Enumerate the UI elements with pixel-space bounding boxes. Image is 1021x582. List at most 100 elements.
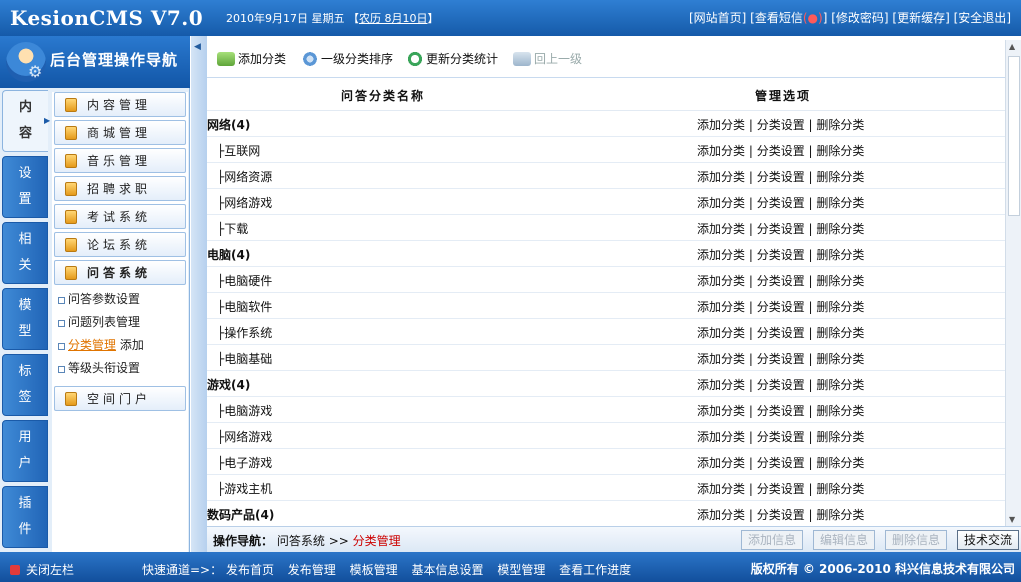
vertical-scrollbar[interactable]: ▲ ▼: [1005, 40, 1021, 526]
row-category-settings-link[interactable]: 分类设置: [757, 326, 805, 340]
row-category-settings-link[interactable]: 分类设置: [757, 196, 805, 210]
row-category-settings-link[interactable]: 分类设置: [757, 378, 805, 392]
submenu-rank-titles[interactable]: 等级头衔设置: [56, 357, 188, 380]
row-delete-category-link[interactable]: 删除分类: [816, 326, 864, 340]
row-category-settings-link[interactable]: 分类设置: [757, 274, 805, 288]
add-category-button[interactable]: 添加分类: [217, 50, 286, 67]
lunar-date-link[interactable]: 农历 8月10日: [359, 12, 428, 25]
menu-forum-system[interactable]: 论坛系统: [54, 232, 186, 257]
quick-link-basic-settings[interactable]: 基本信息设置: [411, 563, 483, 577]
row-add-category-link[interactable]: 添加分类: [697, 378, 745, 392]
row-delete-category-link[interactable]: 删除分类: [816, 352, 864, 366]
submenu-qa-params[interactable]: 问答参数设置: [56, 288, 188, 311]
sort-top-categories-button[interactable]: 一级分类排序: [302, 50, 393, 67]
tab-model[interactable]: 模 型: [2, 288, 48, 350]
tab-settings[interactable]: 设 置: [2, 156, 48, 218]
category-name: ├操作系统: [217, 326, 273, 340]
quick-link-model-manage[interactable]: 模型管理: [497, 563, 545, 577]
row-delete-category-link[interactable]: 删除分类: [816, 300, 864, 314]
back-up-level-button[interactable]: 回上一级: [513, 50, 582, 67]
tab-users[interactable]: 用 户: [2, 420, 48, 482]
row-add-category-link[interactable]: 添加分类: [697, 326, 745, 340]
close-left-panel-button[interactable]: 关闭左栏: [10, 561, 74, 578]
menu-label: 空间门户: [87, 392, 152, 406]
row-delete-category-link[interactable]: 删除分类: [816, 404, 864, 418]
table-row: 电脑(4) 添加分类 | 分类设置 | 删除分类: [207, 241, 1005, 267]
row-delete-category-link[interactable]: 删除分类: [816, 274, 864, 288]
scroll-up-icon[interactable]: ▲: [1009, 42, 1015, 51]
row-add-category-link[interactable]: 添加分类: [697, 300, 745, 314]
quick-link-template-manage[interactable]: 模板管理: [350, 563, 398, 577]
row-delete-category-link[interactable]: 删除分类: [816, 378, 864, 392]
menu-content-management[interactable]: 内容管理: [54, 92, 186, 117]
row-add-category-link[interactable]: 添加分类: [697, 144, 745, 158]
row-add-category-link[interactable]: 添加分类: [697, 352, 745, 366]
add-info-button[interactable]: 添加信息: [741, 530, 804, 550]
row-add-category-link[interactable]: 添加分类: [697, 170, 745, 184]
breadcrumb-qa-system[interactable]: 问答系统: [277, 534, 325, 548]
row-delete-category-link[interactable]: 删除分类: [816, 430, 864, 444]
submenu-category-link[interactable]: 分类管理: [68, 338, 116, 352]
row-add-category-link[interactable]: 添加分类: [697, 404, 745, 418]
row-delete-category-link[interactable]: 删除分类: [816, 196, 864, 210]
refresh-stats-button[interactable]: 更新分类统计: [407, 50, 498, 67]
submenu-add-link[interactable]: 添加: [120, 338, 144, 352]
row-category-settings-link[interactable]: 分类设置: [757, 508, 805, 522]
row-delete-category-link[interactable]: 删除分类: [816, 144, 864, 158]
row-delete-category-link[interactable]: 删除分类: [816, 456, 864, 470]
row-category-settings-link[interactable]: 分类设置: [757, 118, 805, 132]
row-delete-category-link[interactable]: 删除分类: [816, 508, 864, 522]
row-add-category-link[interactable]: 添加分类: [697, 222, 745, 236]
tab-plugins[interactable]: 插 件: [2, 486, 48, 548]
row-category-settings-link[interactable]: 分类设置: [757, 430, 805, 444]
row-add-category-link[interactable]: 添加分类: [697, 248, 745, 262]
menu-qa-system[interactable]: 问答系统: [54, 260, 186, 285]
row-delete-category-link[interactable]: 删除分类: [816, 248, 864, 262]
row-category-settings-link[interactable]: 分类设置: [757, 144, 805, 158]
row-delete-category-link[interactable]: 删除分类: [816, 222, 864, 236]
row-add-category-link[interactable]: 添加分类: [697, 508, 745, 522]
row-category-settings-link[interactable]: 分类设置: [757, 482, 805, 496]
row-category-settings-link[interactable]: 分类设置: [757, 352, 805, 366]
row-category-settings-link[interactable]: 分类设置: [757, 222, 805, 236]
row-delete-category-link[interactable]: 删除分类: [816, 118, 864, 132]
edit-info-button[interactable]: 编辑信息: [813, 530, 876, 550]
link-safe-logout[interactable]: 安全退出: [958, 11, 1006, 25]
menu-music-management[interactable]: 音乐管理: [54, 148, 186, 173]
menu-exam-system[interactable]: 考试系统: [54, 204, 186, 229]
row-category-settings-link[interactable]: 分类设置: [757, 456, 805, 470]
tech-exchange-button[interactable]: 技术交流: [957, 530, 1020, 550]
app-logo[interactable]: KesionCMS V7.0: [10, 6, 203, 30]
tab-related[interactable]: 相 关: [2, 222, 48, 284]
menu-space-portal[interactable]: 空间门户: [54, 386, 186, 411]
collapse-left-icon[interactable]: ◀: [194, 42, 201, 52]
link-change-password[interactable]: 修改密码: [836, 11, 884, 25]
row-add-category-link[interactable]: 添加分类: [697, 482, 745, 496]
scrollbar-thumb[interactable]: [1008, 56, 1020, 216]
row-category-settings-link[interactable]: 分类设置: [757, 300, 805, 314]
row-category-settings-link[interactable]: 分类设置: [757, 170, 805, 184]
link-view-messages[interactable]: 查看短信: [755, 11, 803, 25]
row-category-settings-link[interactable]: 分类设置: [757, 248, 805, 262]
quick-link-publish-home[interactable]: 发布首页: [226, 563, 274, 577]
row-add-category-link[interactable]: 添加分类: [697, 430, 745, 444]
row-add-category-link[interactable]: 添加分类: [697, 118, 745, 132]
row-add-category-link[interactable]: 添加分类: [697, 456, 745, 470]
link-site-home[interactable]: 网站首页: [694, 11, 742, 25]
quick-link-publish-manage[interactable]: 发布管理: [288, 563, 336, 577]
row-category-settings-link[interactable]: 分类设置: [757, 404, 805, 418]
tab-tags[interactable]: 标 签: [2, 354, 48, 416]
scroll-down-icon[interactable]: ▼: [1009, 515, 1015, 524]
quick-link-work-progress[interactable]: 查看工作进度: [559, 563, 631, 577]
delete-info-button[interactable]: 删除信息: [885, 530, 948, 550]
row-add-category-link[interactable]: 添加分类: [697, 196, 745, 210]
link-update-cache[interactable]: 更新缓存: [897, 11, 945, 25]
panel-splitter[interactable]: ◀: [191, 36, 207, 552]
submenu-question-list[interactable]: 问题列表管理: [56, 311, 188, 334]
menu-shop-management[interactable]: 商城管理: [54, 120, 186, 145]
menu-recruitment[interactable]: 招聘求职: [54, 176, 186, 201]
row-delete-category-link[interactable]: 删除分类: [816, 482, 864, 496]
row-add-category-link[interactable]: 添加分类: [697, 274, 745, 288]
tab-content[interactable]: 内 容 ▶: [2, 90, 50, 152]
row-delete-category-link[interactable]: 删除分类: [816, 170, 864, 184]
